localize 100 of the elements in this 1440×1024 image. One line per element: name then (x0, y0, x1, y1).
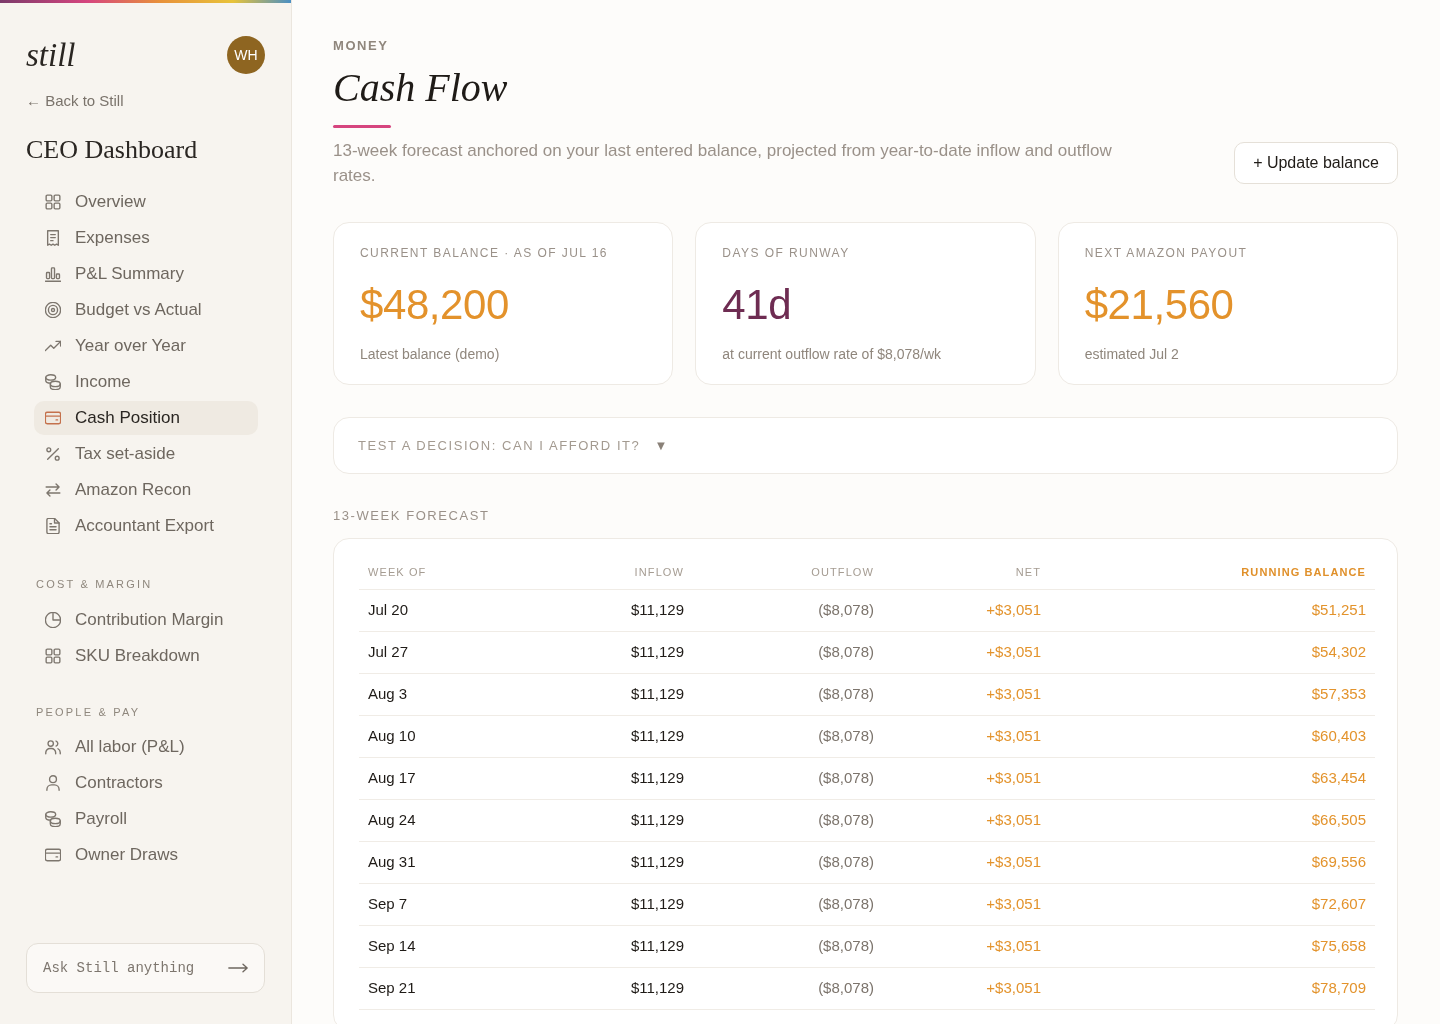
stat-value: $21,560 (1084, 281, 1234, 329)
page-title: Cash Flow (333, 64, 509, 112)
nav-item[interactable]: Contribution Margin (34, 603, 258, 637)
nav-item[interactable]: Budget vs Actual (34, 293, 258, 327)
table-cell-text: ($8,078) (817, 600, 875, 621)
table-cell-text: ($8,078) (817, 684, 875, 705)
table-cell-text: ($8,078) (817, 642, 875, 663)
stat-note: at current outflow rate of $8,078/wk (722, 345, 941, 364)
table-cell-text: +$3,051 (985, 852, 1042, 873)
table-cell-text: ($8,078) (817, 810, 875, 831)
table-cell-text: +$3,051 (985, 810, 1042, 831)
table-cell-text: Jul 20 (367, 600, 410, 621)
app-logo[interactable]: still (26, 36, 76, 74)
ask-field[interactable]: Ask Still anything (26, 943, 265, 993)
column-header[interactable]: RUNNING BALANCE (1050, 564, 1375, 581)
table-cell-text: $11,129 (629, 810, 685, 831)
stat-label: CURRENT BALANCE · AS OF JUL 16 (360, 245, 608, 261)
nav-item[interactable]: Expenses (34, 221, 258, 255)
table-cell-text: ($8,078) (817, 768, 875, 789)
table-cell-text: Aug 24 (367, 810, 417, 831)
decision-toggle[interactable]: TEST A DECISION: CAN I AFFORD IT? ▼ (333, 417, 1398, 474)
table-cell-text: $60,403 (1310, 726, 1367, 747)
column-header[interactable]: OUTFLOW (693, 564, 883, 581)
table-cell-text: ($8,078) (817, 978, 875, 999)
page-description: 13-week forecast anchored on your last entered balance, projected from year-to-date inflow and outflow rates. (333, 140, 1113, 187)
nav-item[interactable]: Year over Year (34, 329, 258, 363)
swap-arrows-icon (45, 482, 61, 498)
table-cell-text: ($8,078) (817, 936, 875, 957)
table-cell-text: Aug 17 (367, 768, 417, 789)
arrow-right-icon[interactable] (228, 963, 248, 973)
table-cell-text: Sep 21 (367, 978, 417, 999)
table-cell-text: +$3,051 (985, 600, 1042, 621)
table-cell-text: Aug 3 (367, 684, 409, 705)
nav-item[interactable]: Accountant Export (34, 509, 258, 543)
title-underline (333, 125, 391, 128)
table-cell-text: $51,251 (1310, 600, 1367, 621)
nav-item[interactable]: P&L Summary (34, 257, 258, 291)
table-cell-text: $11,129 (629, 600, 685, 621)
table-cell-text: +$3,051 (985, 768, 1042, 789)
coins-icon (45, 811, 61, 827)
table-cell-text: Aug 31 (367, 852, 417, 873)
receipt-icon (45, 230, 61, 246)
document-icon (45, 518, 61, 534)
nav-item[interactable]: Tax set-aside (34, 437, 258, 471)
nav-item[interactable]: Owner Draws (34, 838, 258, 872)
back-link[interactable]: ← Back to Still (26, 91, 124, 111)
user-avatar[interactable]: WH (227, 36, 265, 74)
table-cell-text: $11,129 (629, 852, 685, 873)
section-label: 13-WEEK FORECAST (333, 508, 491, 524)
stat-note: Latest balance (demo) (360, 345, 500, 364)
coins-icon (45, 374, 61, 390)
table-cell-text: $57,353 (1310, 684, 1367, 705)
bar-chart-icon (45, 266, 61, 282)
stat-note: estimated Jul 2 (1084, 345, 1179, 364)
table-cell-text: +$3,051 (985, 726, 1042, 747)
table-cell-text: $72,607 (1310, 894, 1367, 915)
target-icon (45, 302, 61, 318)
table-cell-text: $11,129 (629, 642, 685, 663)
nav-item[interactable]: Income (34, 365, 258, 399)
grid-icon (45, 194, 61, 210)
table-cell-text: +$3,051 (985, 894, 1042, 915)
table-cell-text: $78,709 (1310, 978, 1367, 999)
nav-item[interactable]: Overview (34, 185, 258, 219)
nav-item[interactable]: Payroll (34, 802, 258, 836)
nav-item[interactable]: All labor (P&L) (34, 730, 258, 764)
table-cell-text: +$3,051 (985, 642, 1042, 663)
table-cell-text: +$3,051 (985, 684, 1042, 705)
table-cell-text: $11,129 (629, 684, 685, 705)
grid-icon (45, 648, 61, 664)
nav-item[interactable]: Cash Position (34, 401, 258, 435)
table-cell-text: $54,302 (1310, 642, 1367, 663)
users-icon (45, 739, 61, 755)
nav-item[interactable]: SKU Breakdown (34, 639, 258, 673)
section-label: MONEY (333, 38, 390, 54)
nav-item[interactable]: Contractors (34, 766, 258, 800)
section-heading: COST & MARGIN (35, 577, 153, 592)
table-cell-text: $75,658 (1310, 936, 1367, 957)
table-cell-text: $11,129 (629, 978, 685, 999)
column-header[interactable]: INFLOW (559, 564, 693, 581)
column-header[interactable]: NET (883, 564, 1050, 581)
table-cell-text: ($8,078) (817, 726, 875, 747)
table-cell-text: Aug 10 (367, 726, 417, 747)
table-cell-text: $69,556 (1310, 852, 1367, 873)
table-cell-text: $11,129 (629, 936, 685, 957)
stat-label: NEXT AMAZON PAYOUT (1084, 245, 1248, 261)
pie-chart-icon (45, 612, 61, 628)
table-cell-text: Jul 27 (367, 642, 410, 663)
table-cell-text: ($8,078) (817, 852, 875, 873)
table-cell-text: ($8,078) (817, 894, 875, 915)
table-cell-text: Sep 14 (367, 936, 417, 957)
credit-card-icon (45, 847, 61, 863)
update-balance-button[interactable]: + Update balance (1234, 142, 1398, 184)
stat-value: $48,200 (360, 281, 509, 329)
nav-item[interactable]: Amazon Recon (34, 473, 258, 507)
table-cell-text: $11,129 (629, 894, 685, 915)
column-header[interactable]: WEEK OF (359, 564, 559, 581)
percent-icon (45, 446, 61, 462)
trend-up-icon (45, 338, 61, 354)
credit-card-icon (45, 410, 61, 426)
table-cell-text: $66,505 (1310, 810, 1367, 831)
